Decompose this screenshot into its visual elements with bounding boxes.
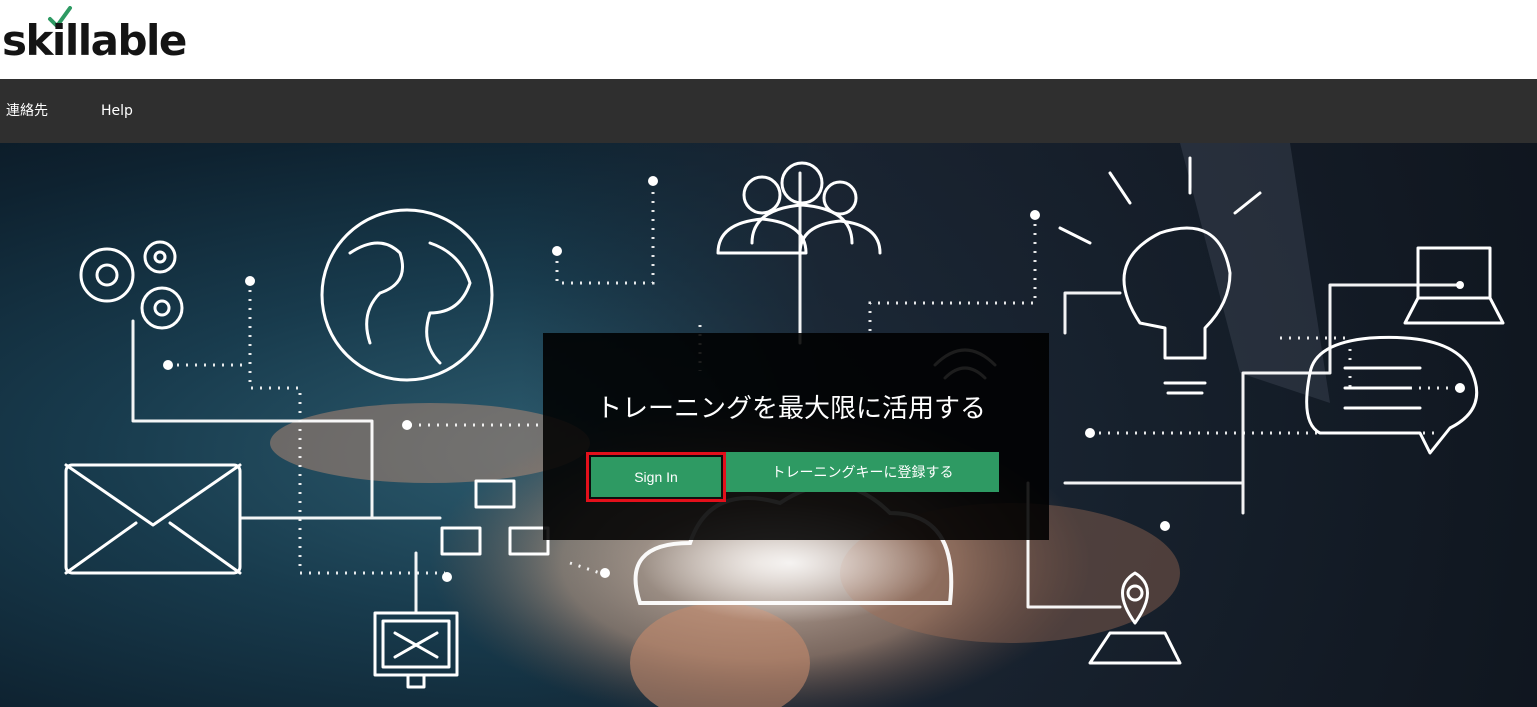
hero-call-to-action-panel: トレーニングを最大限に活用する Sign In トレーニングキーに登録する [543,333,1049,540]
header: skillable [0,0,1537,79]
register-training-key-button[interactable]: トレーニングキーに登録する [726,452,999,492]
nav-link-contact[interactable]: 連絡先 [6,101,48,121]
hero-banner: トレーニングを最大限に活用する Sign In トレーニングキーに登録する [0,143,1537,707]
sign-in-button[interactable]: Sign In [591,457,721,497]
tools-monitor-icon [373,611,459,689]
gear-icon [79,240,184,330]
globe-icon [320,208,494,382]
nav-bar: 連絡先 Help [0,79,1537,143]
skillable-logo[interactable]: skillable [2,6,187,66]
logo-wordmark: skillable [2,16,187,65]
hero-title: トレーニングを最大限に活用する [596,394,987,424]
nav-link-help[interactable]: Help [101,101,133,121]
envelope-icon [64,463,242,575]
